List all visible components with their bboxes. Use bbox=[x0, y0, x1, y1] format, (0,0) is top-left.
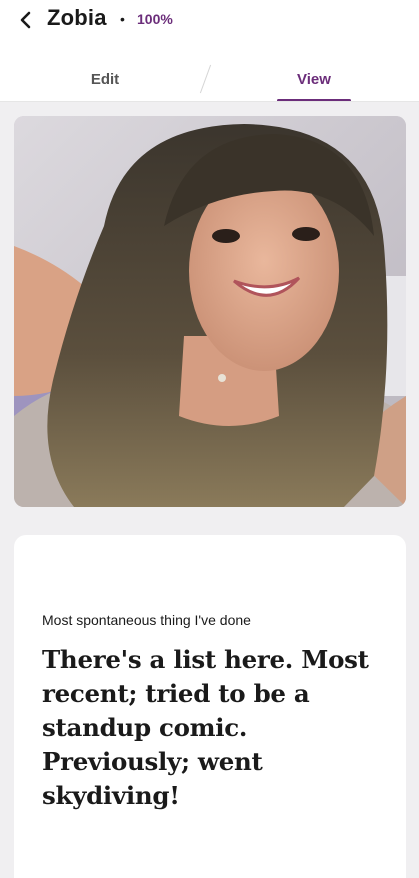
tab-edit-label: Edit bbox=[90, 70, 120, 88]
tab-view-label: View bbox=[297, 70, 331, 88]
tab-view[interactable]: View bbox=[277, 56, 351, 102]
edit-view-tabs: Edit View bbox=[0, 56, 419, 102]
prompt-card[interactable]: Most spontaneous thing I've done There's… bbox=[14, 535, 406, 878]
separator-dot: • bbox=[120, 11, 125, 27]
profile-photo-image bbox=[14, 116, 406, 507]
profile-completion: 100% bbox=[137, 11, 173, 27]
profile-preview: Most spontaneous thing I've done There's… bbox=[0, 102, 419, 878]
back-button[interactable] bbox=[14, 8, 38, 32]
profile-name: Zobia bbox=[47, 5, 107, 30]
profile-photo[interactable] bbox=[14, 116, 406, 507]
chevron-left-icon bbox=[20, 11, 31, 29]
prompt-question: Most spontaneous thing I've done bbox=[42, 612, 251, 628]
tab-edit[interactable]: Edit bbox=[60, 56, 150, 102]
tab-divider bbox=[199, 64, 212, 94]
prompt-answer: There's a list here. Most recent; tried … bbox=[42, 645, 369, 810]
top-bar: Zobia • 100% bbox=[0, 0, 419, 48]
